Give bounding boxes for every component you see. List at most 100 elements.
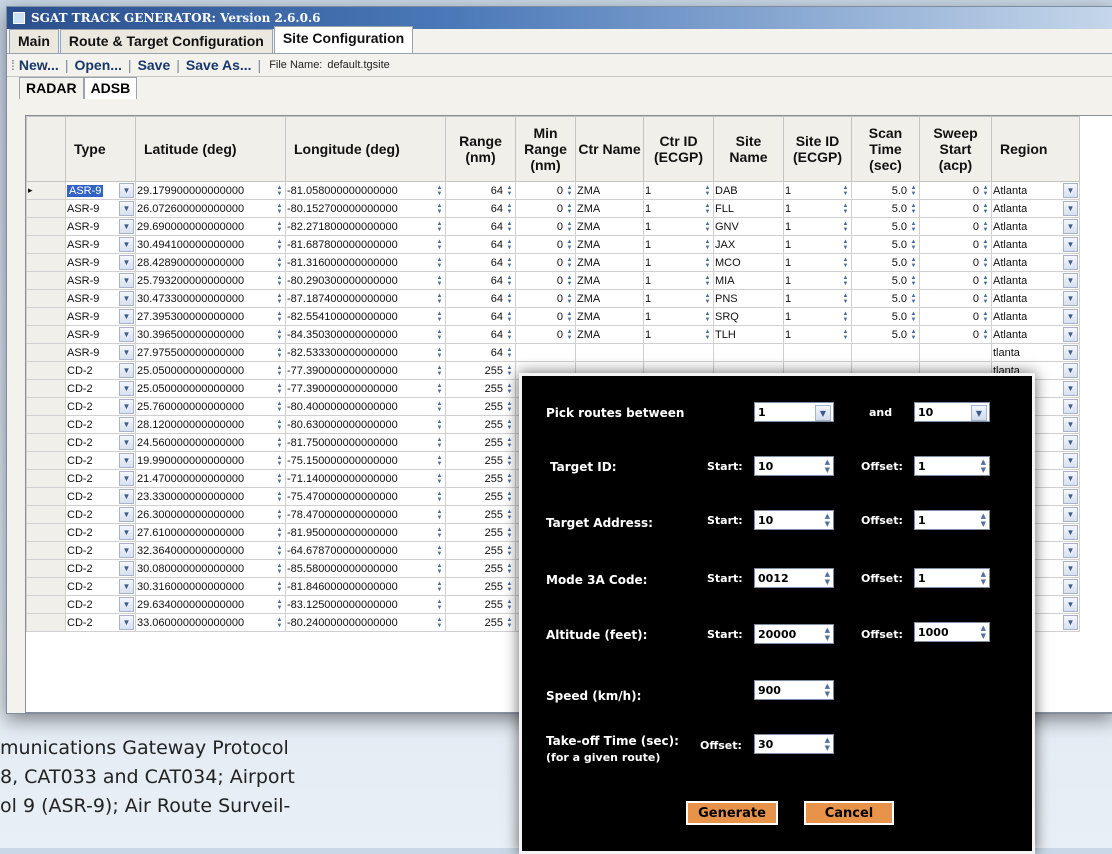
table-cell[interactable] — [919, 343, 992, 362]
table-cell[interactable]: 23.330000000000000 ▲ ▼ — [135, 487, 286, 506]
table-cell[interactable]: -71.140000000000000 ▲ ▼ — [285, 469, 446, 488]
chevron-down-icon[interactable]: ▼ — [1063, 327, 1078, 342]
table-cell[interactable]: 255 ▲ ▼ — [445, 361, 516, 380]
table-cell[interactable]: CD-2 ▼ — [65, 487, 136, 506]
chevron-down-icon[interactable]: ▼ — [119, 201, 134, 216]
spinner-icon[interactable]: ▲ ▼ — [505, 310, 514, 323]
spinner-icon[interactable]: ▲ ▼ — [505, 472, 514, 485]
row-header[interactable] — [26, 415, 66, 434]
spinner-icon[interactable]: ▲ ▼ — [275, 526, 284, 539]
table-cell[interactable]: 26.300000000000000 ▲ ▼ — [135, 505, 286, 524]
spinner-icon[interactable]: ▲ ▼ — [565, 202, 574, 215]
table-cell[interactable]: -80.400000000000000 ▲ ▼ — [285, 397, 446, 416]
route-from-select[interactable]: 1 ▼ — [754, 402, 834, 422]
table-cell[interactable]: 255 ▲ ▼ — [445, 523, 516, 542]
table-cell[interactable]: JAX — [713, 235, 784, 254]
table-cell[interactable] — [515, 343, 576, 362]
row-header[interactable] — [26, 577, 66, 596]
table-cell[interactable]: 29.634000000000000 ▲ ▼ — [135, 595, 286, 614]
table-cell[interactable]: -87.187400000000000 ▲ ▼ — [285, 289, 446, 308]
table-cell[interactable]: -80.240000000000000 ▲ ▼ — [285, 613, 446, 632]
table-cell[interactable]: Atlanta ▼ — [991, 199, 1080, 218]
spinner-icon[interactable]: ▲ ▼ — [505, 292, 514, 305]
spinner-icon[interactable]: ▲ ▼ — [841, 274, 850, 287]
table-cell[interactable]: 255 ▲ ▼ — [445, 559, 516, 578]
table-cell[interactable]: 5.0 ▲ ▼ — [851, 181, 920, 200]
spinner-icon[interactable]: ▲ ▼ — [703, 184, 712, 197]
table-cell[interactable]: 0 ▲ ▼ — [515, 325, 576, 344]
table-cell[interactable]: -81.846000000000000 ▲ ▼ — [285, 577, 446, 596]
spinner-icon[interactable]: ▲ ▼ — [981, 220, 990, 233]
table-cell[interactable] — [783, 343, 852, 362]
table-cell[interactable]: -84.350300000000000 ▲ ▼ — [285, 325, 446, 344]
table-cell[interactable]: ASR-9 ▼ — [65, 271, 136, 290]
table-cell[interactable]: 255 ▲ ▼ — [445, 415, 516, 434]
spinner-icon[interactable]: ▲ ▼ — [981, 328, 990, 341]
table-cell[interactable]: CD-2 ▼ — [65, 379, 136, 398]
table-cell[interactable]: SRQ — [713, 307, 784, 326]
spinner-icon[interactable]: ▲ ▼ — [703, 310, 712, 323]
spinner-icon[interactable]: ▲ ▼ — [505, 544, 514, 557]
table-cell[interactable]: 1 ▲ ▼ — [783, 235, 852, 254]
table-cell[interactable]: ASR-9 ▼ — [65, 217, 136, 236]
col-header-longitude[interactable]: Longitude (deg) — [285, 116, 446, 182]
table-cell[interactable]: Atlanta ▼ — [991, 325, 1080, 344]
spinner-icon[interactable]: ▲ ▼ — [505, 328, 514, 341]
spinner-icon[interactable]: ▲ ▼ — [275, 472, 284, 485]
spinner-icon[interactable]: ▲ ▼ — [505, 184, 514, 197]
table-cell[interactable]: ZMA — [575, 307, 644, 326]
table-cell[interactable]: 0 ▲ ▼ — [919, 289, 992, 308]
table-cell[interactable]: ASR-9 ▼ — [65, 325, 136, 344]
spinner-icon[interactable]: ▲ ▼ — [703, 202, 712, 215]
table-cell[interactable]: -85.580000000000000 ▲ ▼ — [285, 559, 446, 578]
table-cell[interactable]: ASR-9 ▼ — [65, 343, 136, 362]
table-cell[interactable]: 255 ▲ ▼ — [445, 379, 516, 398]
spinner-icon[interactable]: ▲ ▼ — [435, 472, 444, 485]
table-cell[interactable] — [713, 343, 784, 362]
spinner-icon[interactable]: ▲ ▼ — [275, 256, 284, 269]
table-row[interactable]: ASR-9 ▼ 27.975500000000000 ▲ ▼ -82.5333000000… — [26, 343, 1080, 362]
chevron-down-icon[interactable]: ▼ — [119, 309, 134, 324]
spinner-icon[interactable]: ▲ ▼ — [909, 256, 918, 269]
save-as-button[interactable]: Save As... — [186, 57, 252, 73]
table-cell[interactable]: 1 ▲ ▼ — [643, 325, 714, 344]
spinner-icon[interactable]: ▲ ▼ — [505, 364, 514, 377]
table-cell[interactable]: Atlanta ▼ — [991, 235, 1080, 254]
table-cell[interactable]: 64 ▲ ▼ — [445, 271, 516, 290]
chevron-down-icon[interactable]: ▼ — [1063, 345, 1078, 360]
col-header-min-range[interactable]: Min Range (nm) — [515, 116, 576, 182]
table-cell[interactable]: 255 ▲ ▼ — [445, 397, 516, 416]
table-cell[interactable]: ZMA — [575, 217, 644, 236]
spinner-icon[interactable]: ▲ ▼ — [565, 292, 574, 305]
spinner-icon[interactable]: ▲ ▼ — [505, 436, 514, 449]
spinner-icon[interactable]: ▲ ▼ — [841, 202, 850, 215]
spinner-icon[interactable]: ▲ ▼ — [981, 570, 986, 586]
table-cell[interactable]: 64 ▲ ▼ — [445, 235, 516, 254]
table-row[interactable]: ASR-9 ▼ 30.473300000000000 ▲ ▼ -87.1874000000… — [26, 289, 1080, 308]
table-cell[interactable]: 25.793200000000000 ▲ ▼ — [135, 271, 286, 290]
chevron-down-icon[interactable]: ▼ — [1063, 399, 1078, 414]
table-cell[interactable]: 5.0 ▲ ▼ — [851, 235, 920, 254]
spinner-icon[interactable]: ▲ ▼ — [435, 436, 444, 449]
tab-route-target-configuration[interactable]: Route & Target Configuration — [59, 29, 273, 53]
spinner-icon[interactable]: ▲ ▼ — [505, 580, 514, 593]
table-cell[interactable]: CD-2 ▼ — [65, 577, 136, 596]
chevron-down-icon[interactable]: ▼ — [119, 237, 134, 252]
table-cell[interactable]: Atlanta ▼ — [991, 217, 1080, 236]
spinner-icon[interactable]: ▲ ▼ — [565, 328, 574, 341]
spinner-icon[interactable]: ▲ ▼ — [435, 580, 444, 593]
spinner-icon[interactable]: ▲ ▼ — [435, 454, 444, 467]
table-cell[interactable]: Atlanta ▼ — [991, 307, 1080, 326]
table-cell[interactable]: 1 ▲ ▼ — [643, 253, 714, 272]
table-cell[interactable] — [575, 343, 644, 362]
table-cell[interactable]: CD-2 ▼ — [65, 559, 136, 578]
col-header-type[interactable]: Type — [65, 116, 136, 182]
table-cell[interactable]: CD-2 ▼ — [65, 595, 136, 614]
spinner-icon[interactable]: ▲ ▼ — [703, 256, 712, 269]
spinner-icon[interactable]: ▲ ▼ — [981, 292, 990, 305]
table-cell[interactable]: 5.0 ▲ ▼ — [851, 217, 920, 236]
table-cell[interactable]: 0 ▲ ▼ — [515, 253, 576, 272]
spinner-icon[interactable]: ▲ ▼ — [981, 512, 986, 528]
spinner-icon[interactable]: ▲ ▼ — [505, 616, 514, 629]
spinner-icon[interactable]: ▲ ▼ — [505, 346, 514, 359]
